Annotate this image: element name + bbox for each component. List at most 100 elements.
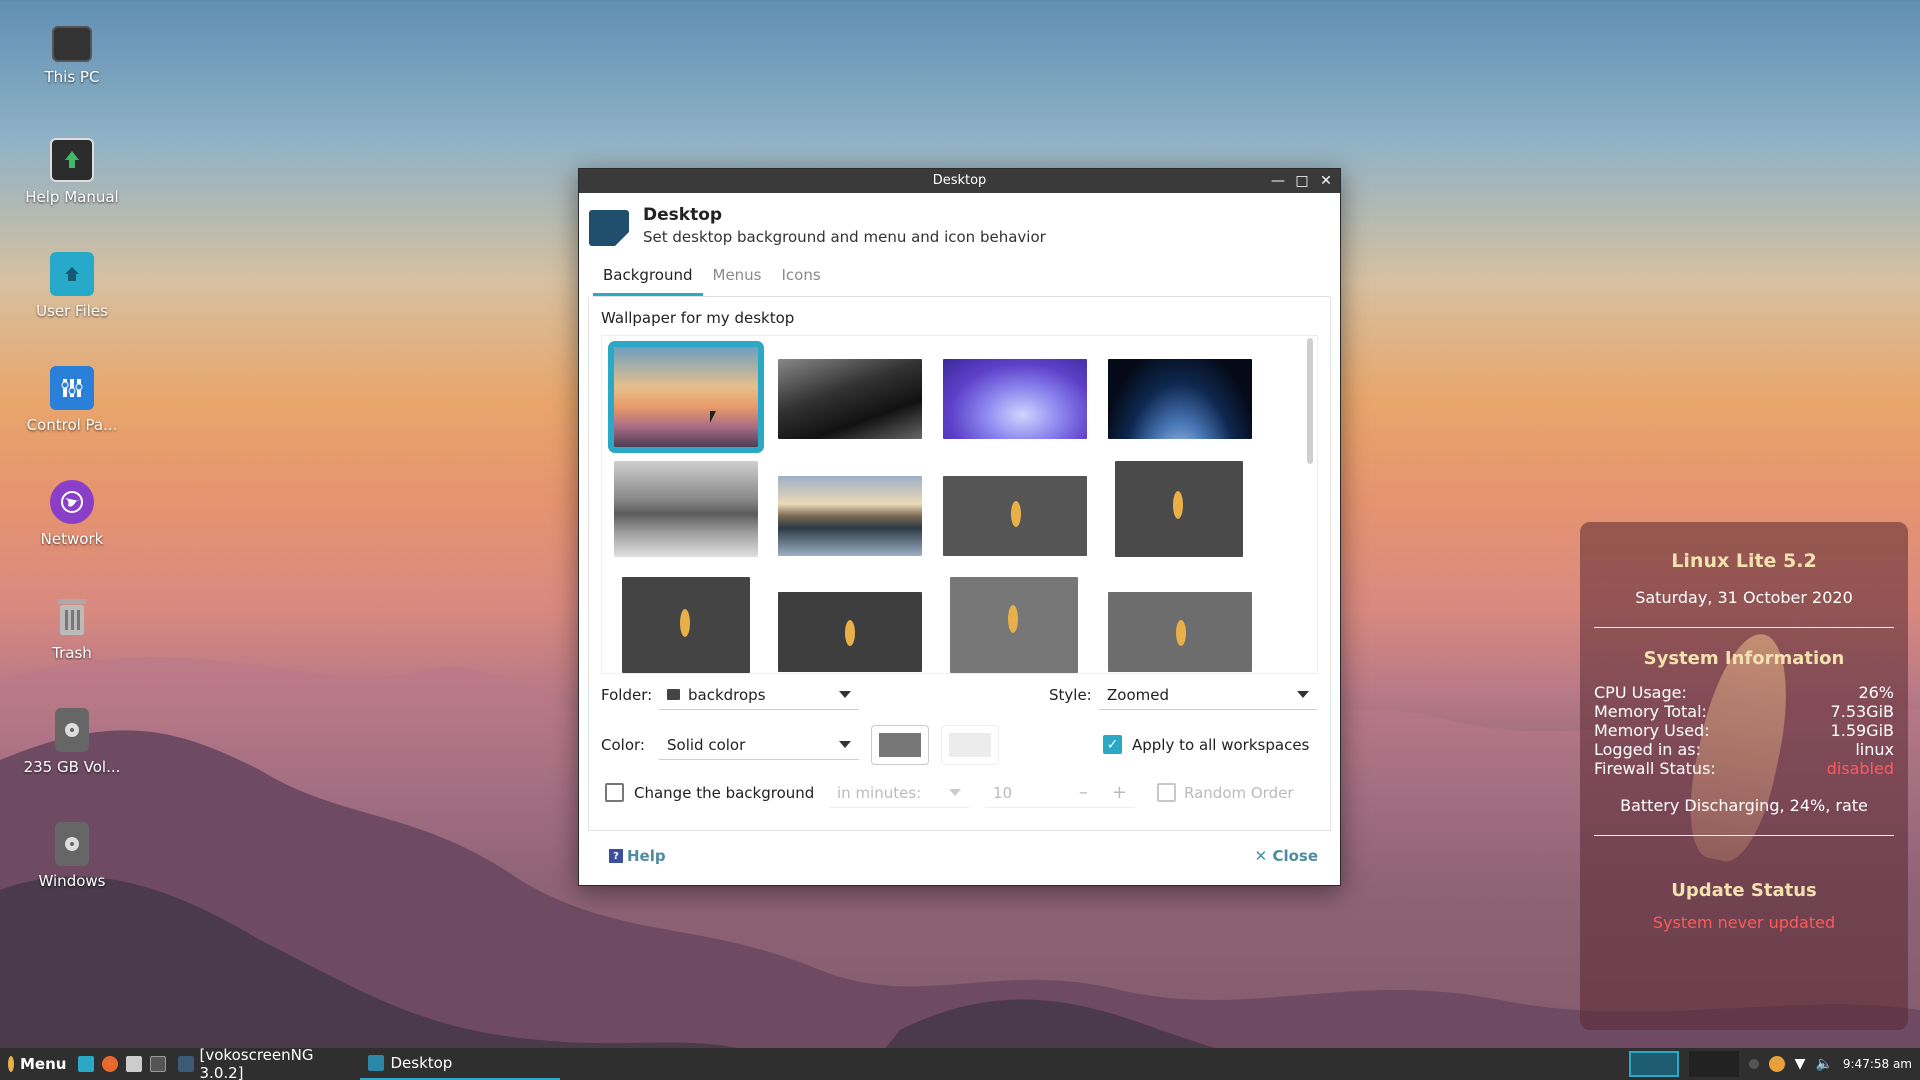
- minutes-spinbox[interactable]: 10 – +: [985, 778, 1135, 808]
- wallpaper-thumb-feather-2[interactable]: [1115, 461, 1243, 557]
- desktop-icon-trash[interactable]: Trash: [12, 594, 132, 662]
- decrement-icon[interactable]: –: [1079, 782, 1088, 803]
- info-value: linux: [1855, 740, 1894, 759]
- info-row: CPU Usage: 26%: [1594, 683, 1894, 702]
- desktop-icon-network[interactable]: Network: [12, 480, 132, 548]
- tab-menus[interactable]: Menus: [703, 262, 772, 296]
- wallpaper-thumb-feather-1[interactable]: [943, 476, 1087, 556]
- info-key: Memory Used:: [1594, 721, 1710, 740]
- wallpaper-thumb-mountain-lake[interactable]: [778, 476, 922, 556]
- info-key: Memory Total:: [1594, 702, 1707, 721]
- style-value: Zoomed: [1107, 685, 1169, 704]
- menu-label: Menu: [20, 1055, 67, 1073]
- network-globe-icon: [50, 480, 94, 524]
- info-key: CPU Usage:: [1594, 683, 1687, 702]
- chevron-down-icon: [1297, 691, 1309, 698]
- workspace-switcher[interactable]: [1628, 1051, 1679, 1077]
- desktop-icon-user-files[interactable]: User Files: [12, 252, 132, 320]
- quicklaunch: [74, 1048, 170, 1080]
- wallpaper-thumb-feather-5[interactable]: [950, 577, 1078, 673]
- clock[interactable]: 9:47:58 am: [1843, 1057, 1912, 1071]
- help-button[interactable]: ? Help: [609, 847, 666, 865]
- desktop-icon-label: Windows: [38, 872, 106, 890]
- volume-icon[interactable]: 🔈: [1815, 1056, 1832, 1072]
- interval-value: in minutes:: [837, 783, 922, 802]
- window-titlebar[interactable]: Desktop — □ ✕: [579, 169, 1340, 193]
- wallpaper-label: Wallpaper for my desktop: [601, 309, 795, 327]
- show-desktop-icon[interactable]: [78, 1056, 95, 1072]
- increment-icon[interactable]: +: [1112, 782, 1127, 803]
- divider: [1594, 627, 1894, 628]
- wallpaper-thumb-lake[interactable]: [614, 461, 758, 557]
- wallpaper-thumb-earth[interactable]: [1108, 359, 1252, 439]
- wallpaper-thumb-sunset[interactable]: [608, 341, 764, 453]
- drive-icon: [55, 708, 89, 752]
- primary-color-swatch: [879, 733, 921, 757]
- info-row: Firewall Status: disabled: [1594, 759, 1894, 778]
- taskbar-item-label: [vokoscreenNG 3.0.2]: [199, 1046, 314, 1080]
- folder-dropdown[interactable]: backdrops: [659, 680, 859, 710]
- desktop-icon-help-manual[interactable]: Help Manual: [12, 138, 132, 206]
- desktop-icon-label: 235 GB Vol...: [23, 758, 121, 776]
- primary-color-button[interactable]: [871, 725, 929, 765]
- desktop-icon-control-panel[interactable]: Control Pa...: [12, 366, 132, 434]
- trash-icon: [50, 594, 94, 638]
- taskbar-item-vokoscreen[interactable]: [vokoscreenNG 3.0.2]: [170, 1046, 360, 1080]
- secondary-color-button[interactable]: [941, 725, 999, 765]
- random-order-checkbox[interactable]: [1157, 783, 1176, 802]
- desktop-settings-icon: [589, 210, 629, 246]
- minimize-icon[interactable]: —: [1270, 169, 1286, 193]
- interval-row: in minutes: 10 – +: [829, 778, 1135, 808]
- folder-value: backdrops: [688, 685, 766, 704]
- change-bg-checkbox[interactable]: [605, 783, 624, 802]
- info-row: Memory Used: 1.59GiB: [1594, 721, 1894, 740]
- wallpaper-thumb-feather-4[interactable]: [778, 592, 922, 672]
- drive-icon: [55, 822, 89, 866]
- info-value: 7.53GiB: [1830, 702, 1894, 721]
- maximize-icon[interactable]: □: [1294, 169, 1310, 193]
- wallpaper-scrollbar[interactable]: [1307, 338, 1313, 464]
- desktop-icon-volume[interactable]: 235 GB Vol...: [12, 708, 132, 776]
- os-title: Linux Lite 5.2: [1671, 550, 1817, 572]
- info-key: Logged in as:: [1594, 740, 1702, 759]
- workspace-switcher-2[interactable]: [1688, 1051, 1739, 1077]
- wallpaper-thumb-petals[interactable]: [943, 359, 1087, 439]
- wifi-icon[interactable]: ▼: [1795, 1056, 1806, 1072]
- apply-all-label[interactable]: Apply to all workspaces: [1132, 736, 1309, 754]
- desktop-icon-label: Network: [40, 530, 104, 548]
- firefox-icon[interactable]: [102, 1056, 119, 1072]
- close-x-icon: ✕: [1254, 847, 1268, 865]
- random-order-label[interactable]: Random Order: [1184, 784, 1294, 802]
- start-menu-button[interactable]: Menu: [0, 1048, 74, 1080]
- apply-all-checkbox[interactable]: ✓: [1103, 735, 1122, 754]
- folder-row: Folder: backdrops: [601, 680, 859, 710]
- record-icon[interactable]: [1748, 1059, 1759, 1069]
- terminal-icon[interactable]: [150, 1056, 167, 1072]
- desktop-icon-this-pc[interactable]: This PC: [12, 26, 132, 86]
- chevron-down-icon: [839, 741, 851, 748]
- folder-label: Folder:: [601, 686, 653, 704]
- close-button[interactable]: ✕ Close: [1255, 847, 1318, 865]
- taskbar-item-label: Desktop: [390, 1054, 453, 1072]
- info-row: Logged in as: linux: [1594, 740, 1894, 759]
- desktop-icon-windows[interactable]: Windows: [12, 822, 132, 890]
- change-bg-label[interactable]: Change the background: [634, 784, 814, 802]
- wallpaper-thumb-car[interactable]: [778, 359, 922, 439]
- updates-icon[interactable]: [1768, 1056, 1785, 1072]
- color-dropdown[interactable]: Solid color: [659, 730, 859, 760]
- wallpaper-thumb-feather-3[interactable]: [622, 577, 750, 673]
- close-label: Close: [1272, 847, 1318, 865]
- home-folder-icon: [50, 252, 94, 296]
- style-dropdown[interactable]: Zoomed: [1099, 680, 1317, 710]
- background-panel: Wallpaper for my desktop Folder: backdro…: [588, 297, 1331, 831]
- header-title: Desktop: [643, 205, 723, 225]
- minutes-value: 10: [993, 783, 1013, 802]
- file-manager-icon[interactable]: [126, 1056, 143, 1072]
- control-panel-icon: [50, 366, 94, 410]
- tab-background[interactable]: Background: [593, 262, 703, 296]
- interval-dropdown[interactable]: in minutes:: [829, 778, 969, 808]
- close-icon[interactable]: ✕: [1318, 169, 1334, 193]
- tab-icons[interactable]: Icons: [772, 262, 831, 296]
- wallpaper-thumb-feather-6[interactable]: [1108, 592, 1252, 672]
- taskbar-item-desktop[interactable]: Desktop: [360, 1048, 561, 1080]
